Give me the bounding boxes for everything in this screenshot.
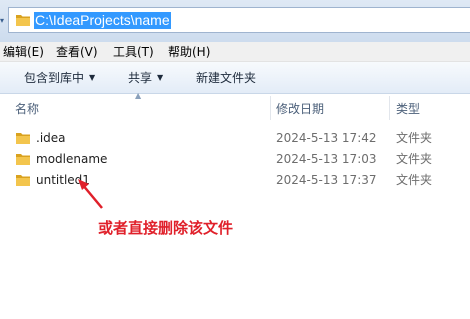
command-bar: 包含到库中 ▼ 共享 ▼ 新建文件夹 — [0, 62, 470, 94]
share-button[interactable]: 共享 ▼ — [128, 70, 163, 86]
menu-bar: 编辑(E) 查看(V) 工具(T) 帮助(H) — [0, 42, 470, 62]
include-in-library-button[interactable]: 包含到库中 ▼ — [24, 70, 95, 86]
menu-view[interactable]: 查看(V) — [56, 44, 98, 60]
back-arrow-icon[interactable]: ▾ — [0, 16, 6, 26]
file-modified: 2024-5-13 17:42 — [276, 131, 377, 145]
file-type: 文件夹 — [396, 131, 433, 145]
column-header: ▲ 名称 修改日期 类型 — [0, 91, 470, 122]
column-name[interactable]: 名称 — [15, 101, 39, 117]
file-type: 文件夹 — [396, 152, 433, 166]
file-row[interactable]: modlename 2024-5-13 17:03 文件夹 — [0, 149, 470, 170]
file-modified: 2024-5-13 17:03 — [276, 152, 377, 166]
dropdown-caret-icon: ▼ — [89, 73, 96, 82]
menu-help[interactable]: 帮助(H) — [168, 44, 210, 60]
address-path[interactable]: C:\IdeaProjects\name — [34, 12, 171, 29]
share-label: 共享 — [128, 71, 153, 85]
include-in-library-label: 包含到库中 — [24, 71, 85, 85]
column-divider[interactable] — [389, 96, 390, 120]
dropdown-caret-icon: ▼ — [157, 73, 164, 82]
file-row[interactable]: .idea 2024-5-13 17:42 文件夹 — [0, 128, 470, 149]
sort-ascending-icon: ▲ — [135, 91, 142, 100]
file-name[interactable]: .idea — [36, 130, 66, 146]
column-divider[interactable] — [270, 96, 271, 120]
annotation-arrow-icon — [78, 179, 103, 209]
address-field[interactable]: C:\IdeaProjects\name — [8, 7, 470, 33]
file-name[interactable]: modlename — [36, 151, 107, 167]
menu-tools[interactable]: 工具(T) — [113, 44, 154, 60]
file-type: 文件夹 — [396, 173, 433, 187]
folder-icon — [16, 133, 30, 144]
folder-icon — [16, 154, 30, 165]
folder-icon — [16, 175, 30, 186]
column-modified[interactable]: 修改日期 — [276, 101, 324, 117]
folder-icon — [16, 15, 30, 26]
new-folder-button[interactable]: 新建文件夹 — [196, 70, 256, 86]
annotation-text: 或者直接删除该文件 — [98, 219, 234, 237]
file-modified: 2024-5-13 17:37 — [276, 173, 377, 187]
menu-edit[interactable]: 编辑(E) — [3, 44, 44, 60]
column-type[interactable]: 类型 — [396, 101, 420, 117]
address-bar: ▾ C:\IdeaProjects\name — [0, 0, 470, 42]
